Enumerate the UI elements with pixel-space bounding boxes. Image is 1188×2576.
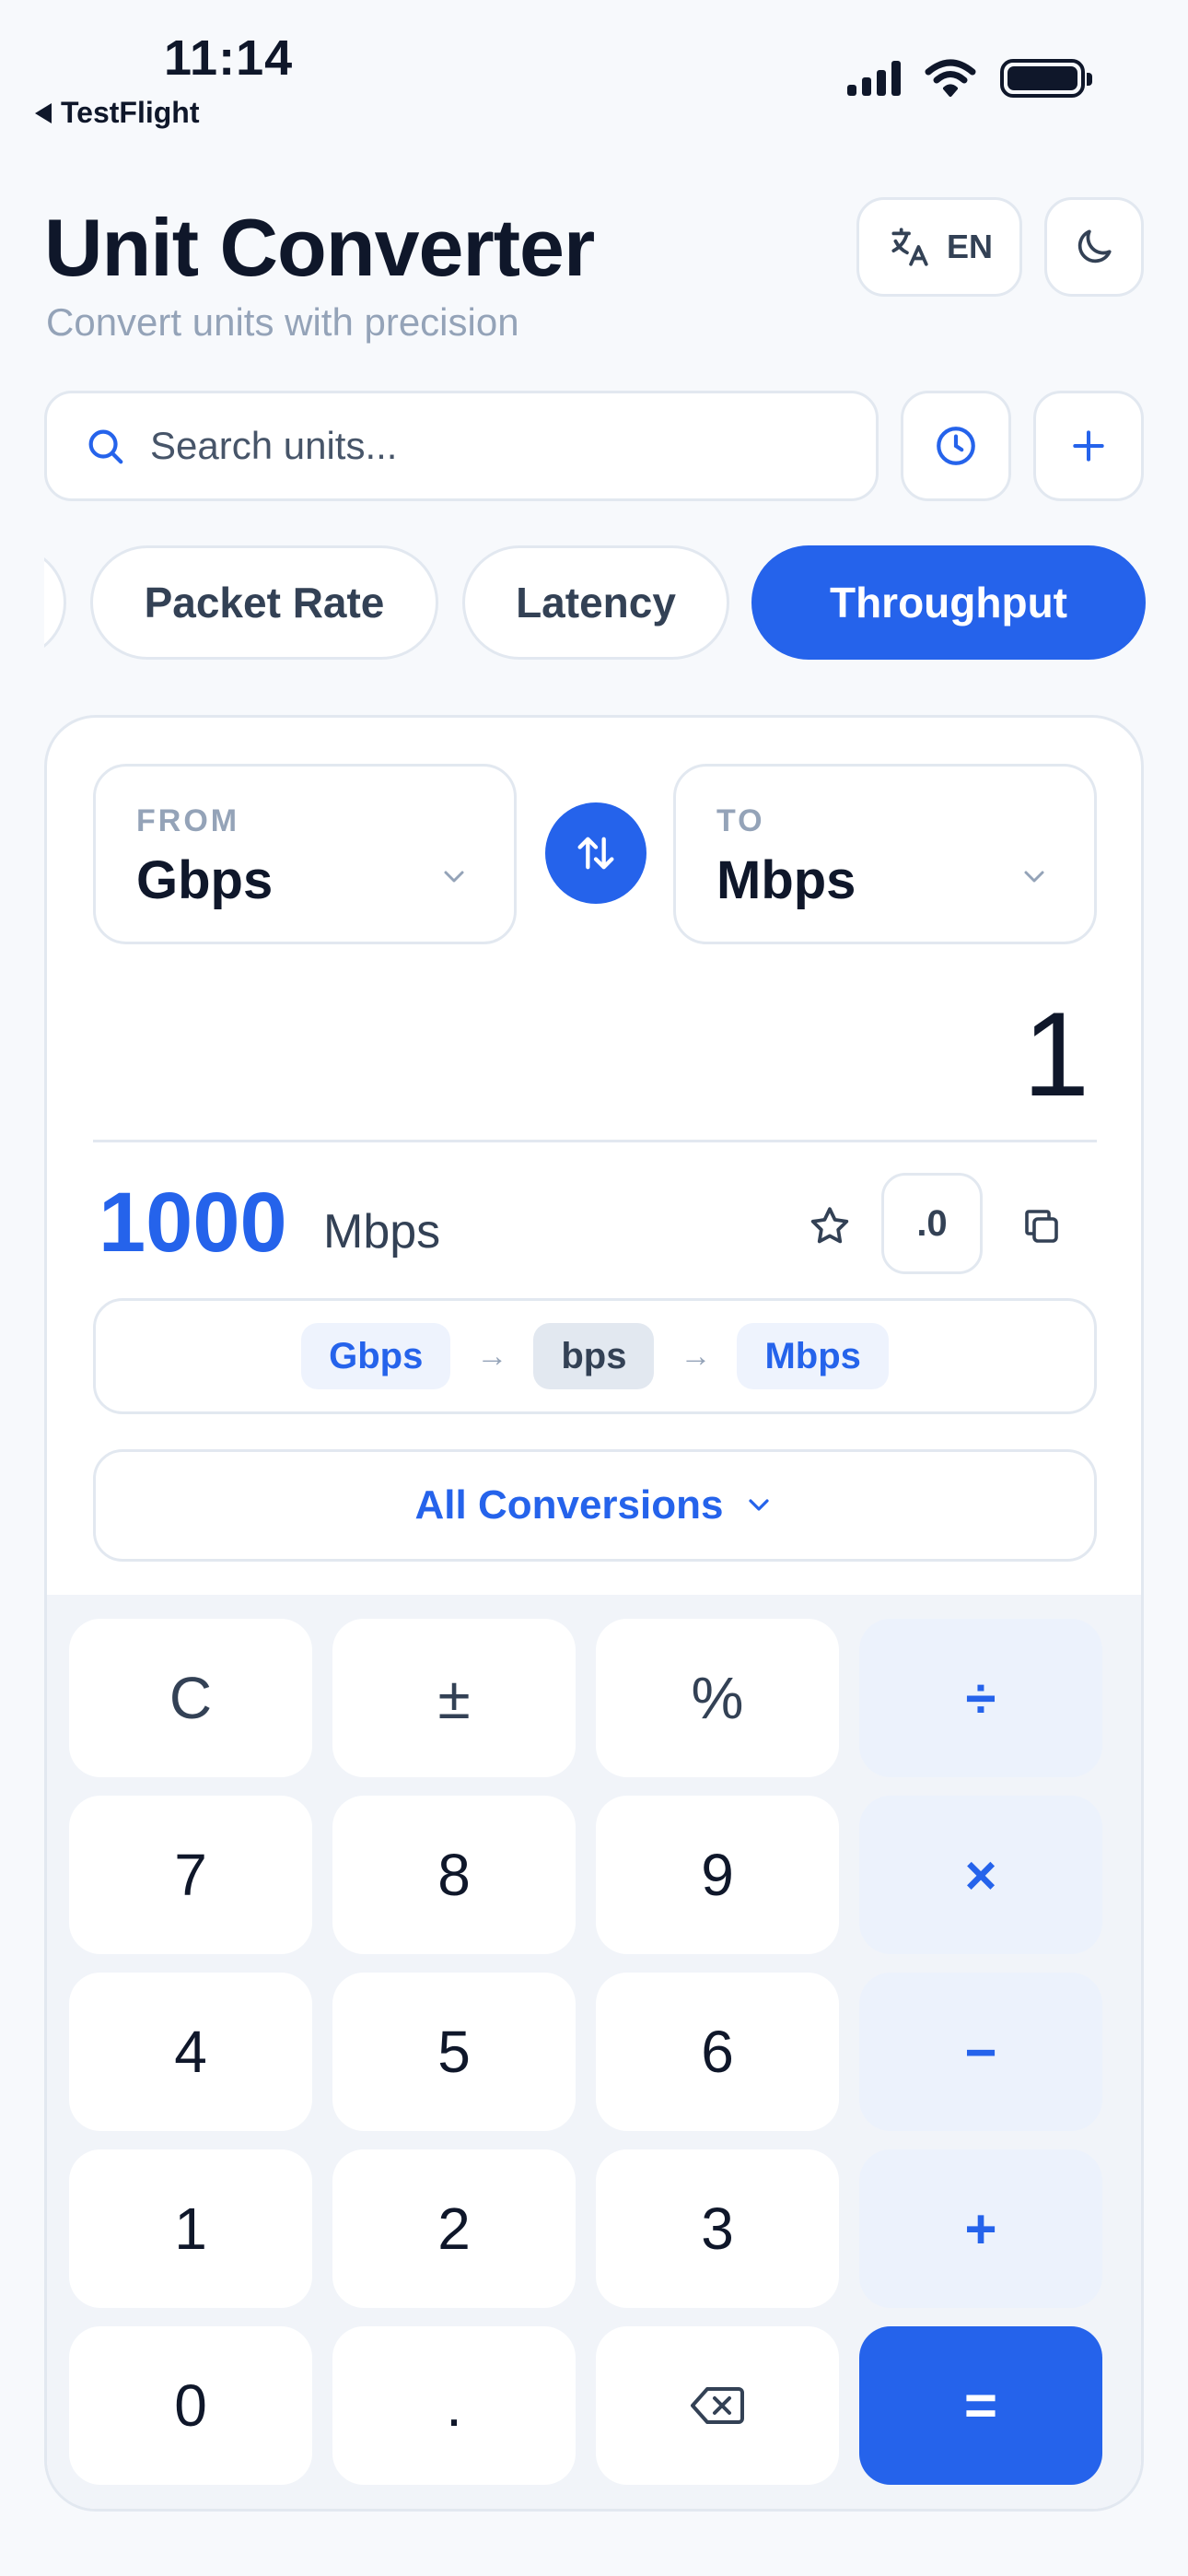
result-value: 1000 [99,1176,287,1270]
chevron-down-icon [749,1499,770,1511]
key-1[interactable]: 1 [69,2149,312,2308]
cellular-signal-icon [847,61,901,96]
back-triangle-icon [35,102,52,123]
back-to-app-link[interactable]: TestFlight [35,96,200,130]
to-unit-value: Mbps [716,850,856,910]
key-4[interactable]: 4 [69,1973,312,2131]
key-5[interactable]: 5 [332,1973,576,2131]
key-7[interactable]: 7 [69,1796,312,1954]
from-unit-select[interactable]: FROM Gbps [93,764,517,944]
keypad: C ± % ÷ 7 8 9 × 4 5 6 − 1 2 3 + 0 . = [47,1595,1141,2509]
battery-icon [1000,59,1092,98]
plus-icon [1073,430,1104,462]
key-multiply[interactable]: × [859,1796,1102,1954]
key-clear[interactable]: C [69,1619,312,1777]
path-step-to: Mbps [737,1323,889,1389]
key-divide[interactable]: ÷ [859,1619,1102,1777]
from-caption: FROM [136,803,240,838]
divider [93,1140,1097,1142]
key-equals[interactable]: = [859,2326,1102,2485]
key-6[interactable]: 6 [596,1973,839,2131]
theme-toggle-button[interactable] [1044,197,1144,297]
back-app-label: TestFlight [61,96,200,129]
chevron-down-icon [444,871,464,883]
category-chip-throughput[interactable]: Throughput [751,545,1146,660]
from-unit-value: Gbps [136,850,274,910]
status-icons [847,59,1092,98]
backspace-icon [691,2387,744,2424]
all-conversions-button[interactable]: All Conversions [93,1449,1097,1562]
history-button[interactable] [901,391,1011,501]
add-button[interactable] [1033,391,1144,501]
favorite-button[interactable] [793,1189,867,1263]
swap-units-button[interactable] [545,802,646,904]
input-value-display[interactable]: 1 [1023,985,1089,1123]
precision-button[interactable]: .0 [881,1173,983,1274]
category-chip-offscreen[interactable] [44,545,66,660]
language-label: EN [946,228,993,265]
moon-icon [1077,229,1112,263]
star-icon [810,1207,849,1244]
search-input[interactable] [150,424,850,468]
search-icon [88,429,123,464]
wifi-icon [925,59,976,97]
arrow-right-icon: → [476,1338,508,1374]
key-subtract[interactable]: − [859,1973,1102,2131]
category-chips: Packet Rate Latency Throughput [44,545,1188,660]
arrow-right-icon: → [680,1338,712,1374]
key-plus-minus[interactable]: ± [332,1619,576,1777]
key-3[interactable]: 3 [596,2149,839,2308]
path-step-from: Gbps [301,1323,451,1389]
key-9[interactable]: 9 [596,1796,839,1954]
key-8[interactable]: 8 [332,1796,576,1954]
search-bar [44,391,879,501]
language-button[interactable]: EN [856,197,1022,297]
conversion-path: Gbps → bps → Mbps [93,1298,1097,1414]
swap-arrows-icon [577,837,614,870]
key-add[interactable]: + [859,2149,1102,2308]
converter-card: FROM Gbps TO Mbps 1 1000 Mbps .0 Gbps → … [44,715,1144,2512]
translate-icon [891,228,928,266]
result-unit: Mbps [323,1205,441,1259]
copy-icon [1025,1210,1058,1243]
path-step-base: bps [533,1323,655,1389]
category-chip-packet-rate[interactable]: Packet Rate [90,545,438,660]
clock-icon [937,427,975,465]
copy-button[interactable] [1005,1189,1078,1263]
key-percent[interactable]: % [596,1619,839,1777]
all-conversions-label: All Conversions [414,1482,724,1528]
category-chip-latency[interactable]: Latency [462,545,729,660]
page-title: Unit Converter [44,202,595,293]
chevron-down-icon [1024,871,1044,883]
key-0[interactable]: 0 [69,2326,312,2485]
to-caption: TO [716,803,765,838]
key-decimal[interactable]: . [332,2326,576,2485]
key-backspace[interactable] [596,2326,839,2485]
to-unit-select[interactable]: TO Mbps [673,764,1097,944]
page-subtitle: Convert units with precision [46,300,519,344]
status-time: 11:14 [164,30,294,86]
key-2[interactable]: 2 [332,2149,576,2308]
